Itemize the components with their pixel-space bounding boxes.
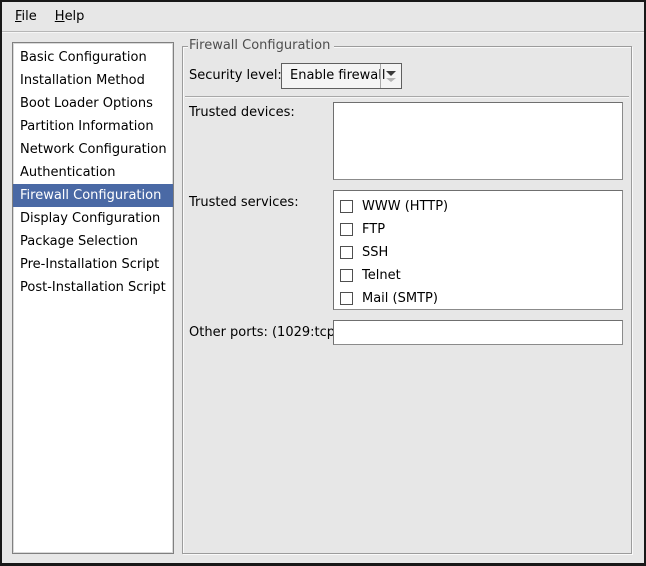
sidebar-item-post-installation-script[interactable]: Post-Installation Script bbox=[13, 276, 173, 299]
other-ports-label: Other ports: (1029:tcp) bbox=[189, 325, 340, 340]
trusted-devices-textarea[interactable] bbox=[333, 102, 623, 180]
menu-file[interactable]: File bbox=[6, 6, 46, 27]
section-list[interactable]: Basic ConfigurationInstallation MethodBo… bbox=[12, 42, 174, 554]
trusted-devices-label: Trusted devices: bbox=[189, 105, 295, 120]
service-label: WWW (HTTP) bbox=[362, 199, 448, 214]
security-level-label: Security level: bbox=[189, 68, 282, 83]
sidebar-item-display-configuration[interactable]: Display Configuration bbox=[13, 207, 173, 230]
security-level-dropdown[interactable]: Enable firewall bbox=[281, 63, 402, 89]
sidebar-item-authentication[interactable]: Authentication bbox=[13, 161, 173, 184]
checkbox-mail-smtp-[interactable] bbox=[340, 292, 353, 305]
chevron-down-icon bbox=[386, 71, 396, 76]
sidebar-item-package-selection[interactable]: Package Selection bbox=[13, 230, 173, 253]
menu-help[interactable]: Help bbox=[46, 6, 94, 27]
sidebar-item-boot-loader-options[interactable]: Boot Loader Options bbox=[13, 92, 173, 115]
separator bbox=[185, 96, 629, 97]
sidebar-item-partition-information[interactable]: Partition Information bbox=[13, 115, 173, 138]
trusted-services-list: WWW (HTTP) FTP SSH Telnet Mail (SMTP) bbox=[333, 190, 623, 310]
sidebar-item-firewall-configuration[interactable]: Firewall Configuration bbox=[13, 184, 173, 207]
chevron-down-shadow-icon bbox=[386, 78, 396, 82]
checkbox-telnet[interactable] bbox=[340, 269, 353, 282]
service-row: Mail (SMTP) bbox=[334, 287, 622, 310]
service-row: WWW (HTTP) bbox=[334, 195, 622, 218]
firewall-configuration-group: Firewall Configuration Security level: E… bbox=[182, 46, 632, 554]
checkbox-ftp[interactable] bbox=[340, 223, 353, 236]
menubar: FileHelp bbox=[2, 2, 644, 32]
sidebar-item-basic-configuration[interactable]: Basic Configuration bbox=[13, 46, 173, 69]
sidebar-item-network-configuration[interactable]: Network Configuration bbox=[13, 138, 173, 161]
checkbox-www-http-[interactable] bbox=[340, 200, 353, 213]
trusted-services-label: Trusted services: bbox=[189, 195, 299, 210]
service-label: SSH bbox=[362, 245, 388, 260]
checkbox-ssh[interactable] bbox=[340, 246, 353, 259]
other-ports-input[interactable] bbox=[333, 320, 623, 345]
service-row: SSH bbox=[334, 241, 622, 264]
service-label: FTP bbox=[362, 222, 385, 237]
service-row: Telnet bbox=[334, 264, 622, 287]
kickstart-configurator-window: FileHelp Basic ConfigurationInstallation… bbox=[0, 0, 646, 566]
service-label: Mail (SMTP) bbox=[362, 291, 438, 306]
sidebar-item-installation-method[interactable]: Installation Method bbox=[13, 69, 173, 92]
dropdown-arrow-button[interactable] bbox=[380, 64, 401, 88]
group-legend: Firewall Configuration bbox=[188, 38, 334, 53]
sidebar-item-pre-installation-script[interactable]: Pre-Installation Script bbox=[13, 253, 173, 276]
security-level-value: Enable firewall bbox=[290, 64, 385, 88]
service-label: Telnet bbox=[362, 268, 401, 283]
service-row: FTP bbox=[334, 218, 622, 241]
